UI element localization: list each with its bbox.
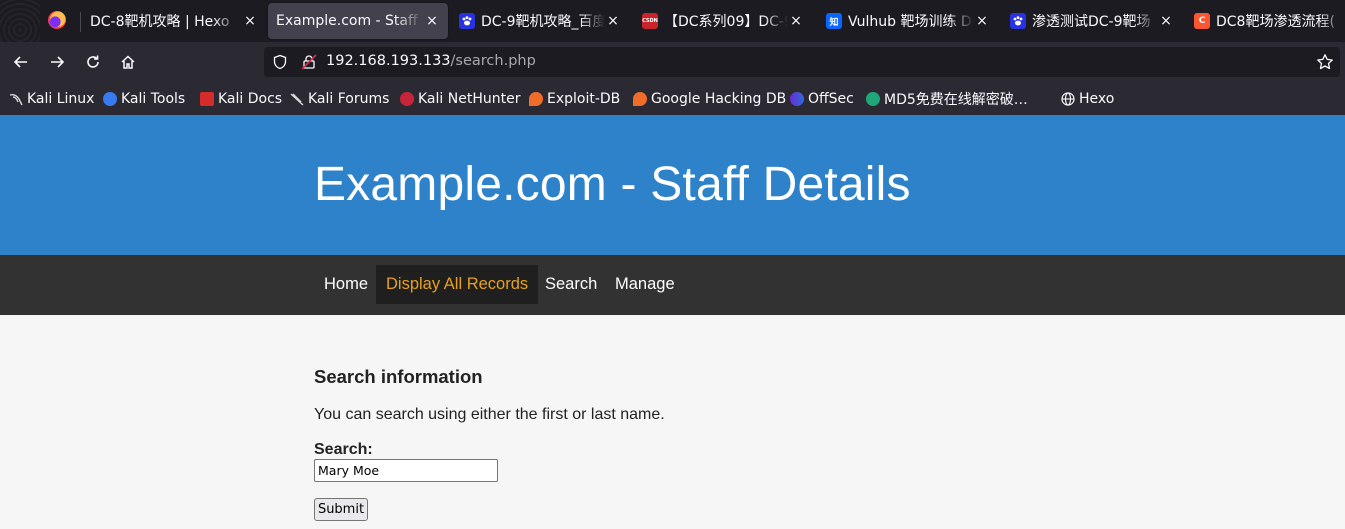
reload-icon[interactable] [81,50,105,74]
close-icon[interactable]: × [788,13,804,29]
tab-dc-series-09[interactable]: CSDN 【DC系列09】DC-9 × [642,3,804,39]
globe-icon [1061,92,1075,106]
forward-icon[interactable] [45,50,69,74]
bookmark-kali-forums[interactable]: Kali Forums [290,89,389,109]
bookmark-label: Kali NetHunter [418,91,521,107]
menu-manage-link[interactable]: Manage [605,265,685,304]
url-text[interactable]: 192.168.193.133/search.php [326,53,536,69]
tab-dc9-baidu[interactable]: DC-9靶机攻略_百度 × [459,3,621,39]
close-icon[interactable]: × [1158,13,1174,29]
kali-wallpaper-pattern [0,0,40,42]
close-icon[interactable]: × [242,13,258,29]
bookmark-star-icon[interactable] [1316,53,1334,71]
menu-home-link[interactable]: Home [314,265,378,304]
search-input[interactable] [314,459,498,482]
bookmarks-toolbar: Kali Linux Kali Tools Kali Docs Kali For… [0,82,1345,115]
bookmark-label: OffSec [808,91,854,107]
menu-display-all-records-link[interactable]: Display All Records [376,265,539,304]
csdn-c-icon: C [1194,13,1210,29]
bookmark-label: Exploit-DB [547,91,621,107]
tab-title: Example.com - Staff Details [276,13,424,29]
submit-button[interactable]: Submit [314,498,368,521]
baidu-paw-icon [1010,13,1026,29]
close-icon[interactable]: × [424,13,440,29]
csdn-icon: CSDN [642,13,658,29]
tab-staff-details[interactable]: Example.com - Staff Details × [268,3,448,39]
bookmark-kali-nethunter[interactable]: Kali NetHunter [400,89,520,109]
insecure-lock-icon[interactable] [301,54,317,70]
site-header: Example.com - Staff Details [0,115,1345,255]
bookmark-kali-tools[interactable]: Kali Tools [103,89,185,109]
exploitdb-icon [529,92,543,106]
bookmark-label: Kali Tools [121,91,186,107]
firefox-icon[interactable] [48,11,66,29]
close-icon[interactable]: × [974,13,990,29]
web-page: Example.com - Staff Details Home Display… [0,115,1345,529]
bookmark-label: Kali Docs [218,91,283,107]
baidu-paw-icon [459,13,475,29]
kali-dragon-icon [9,92,23,106]
bookmark-kali-docs[interactable]: Kali Docs [200,89,282,109]
navigation-toolbar: 192.168.193.133/search.php [0,42,1345,82]
tracking-protection-shield-icon[interactable] [272,54,288,70]
md5-icon [866,92,880,106]
tab-separator [80,12,81,32]
tab-dc8-hexo[interactable]: DC-8靶机攻略 | Hexo × [90,3,258,39]
bookmark-kali-linux[interactable]: Kali Linux [9,89,94,109]
bookmark-label: Hexo [1079,91,1115,107]
tab-title: DC-9靶机攻略_百度 [481,14,605,30]
kali-forums-icon [290,92,304,106]
search-description: You can search using either the first or… [314,406,665,423]
tab-pentest-dc9[interactable]: 渗透测试DC-9靶场 × [1010,3,1174,39]
bookmark-label: Kali Linux [27,91,95,107]
close-icon[interactable]: × [605,13,621,29]
tab-title: Vulhub 靶场训练 DC [848,14,974,30]
offsec-icon [790,92,804,106]
search-heading: Search information [314,366,483,387]
url-bar[interactable]: 192.168.193.133/search.php [264,47,1340,77]
bookmark-label: MD5免费在线解密破… [884,92,1028,108]
menu-search-link[interactable]: Search [535,265,607,304]
tab-strip: DC-8靶机攻略 | Hexo × Example.com - Staff De… [0,0,1345,42]
bookmark-md5[interactable]: MD5免费在线解密破… [866,89,1028,109]
back-icon[interactable] [9,50,33,74]
kali-docs-icon [200,92,214,106]
bookmark-label: Google Hacking DB [651,91,787,107]
tab-title: 渗透测试DC-9靶场 [1032,14,1151,30]
bookmark-offsec[interactable]: OffSec [790,89,854,109]
site-menu: Home Display All Records Search Manage [0,255,1345,315]
bookmark-exploit-db[interactable]: Exploit-DB [529,89,620,109]
url-host: 192.168.193.133 [326,53,451,69]
kali-tools-icon [103,92,117,106]
site-title: Example.com - Staff Details [314,158,911,211]
bookmark-hexo[interactable]: Hexo [1061,89,1114,109]
tab-title: DC8靶场渗透流程( [1216,14,1335,30]
zhihu-icon: 知 [826,13,842,29]
tab-title: DC-8靶机攻略 | Hexo [90,14,230,30]
bookmark-label: Kali Forums [308,91,390,107]
ghdb-icon [633,92,647,106]
home-icon[interactable] [116,50,140,74]
search-label: Search: [314,441,373,458]
tab-dc8-csdn[interactable]: C DC8靶场渗透流程( [1194,3,1345,39]
tab-title: 【DC系列09】DC-9 [664,14,788,30]
url-path: /search.php [450,53,536,69]
bookmark-google-hacking-db[interactable]: Google Hacking DB [633,89,786,109]
nethunter-icon [400,92,414,106]
tab-vulhub-zhihu[interactable]: 知 Vulhub 靶场训练 DC × [826,3,990,39]
